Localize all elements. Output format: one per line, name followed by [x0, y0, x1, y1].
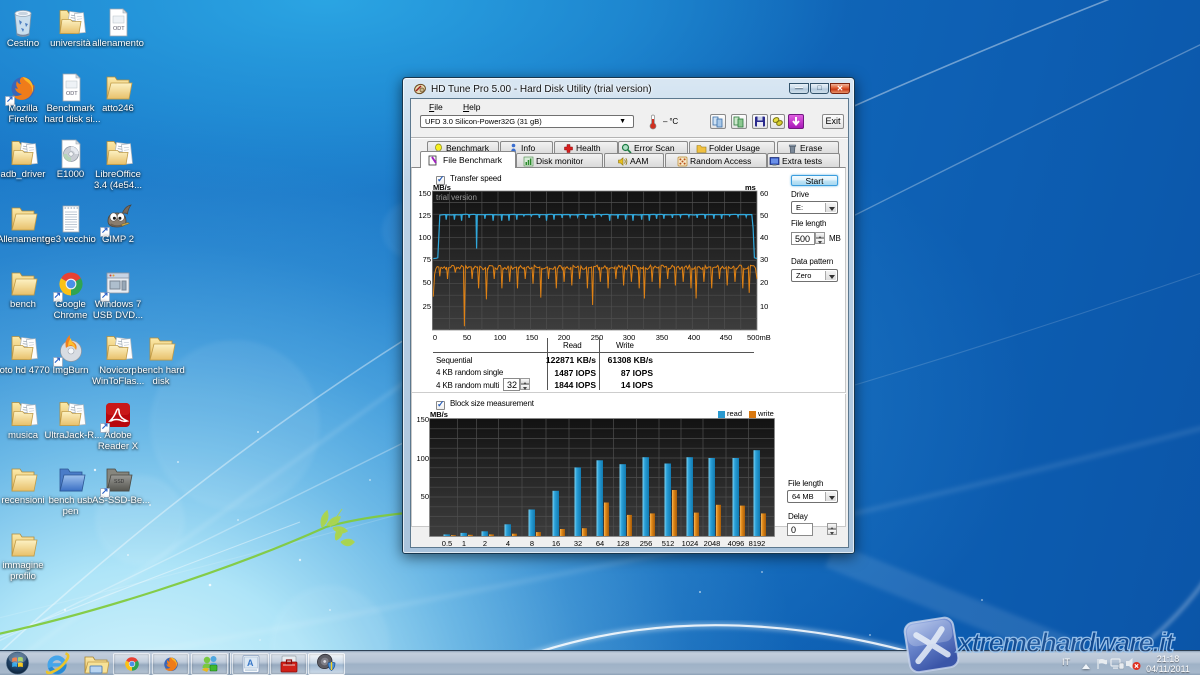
svg-text:trial version: trial version — [436, 193, 477, 202]
svg-text:A: A — [247, 658, 254, 668]
svg-text:xtremehardware.it: xtremehardware.it — [955, 627, 1176, 658]
